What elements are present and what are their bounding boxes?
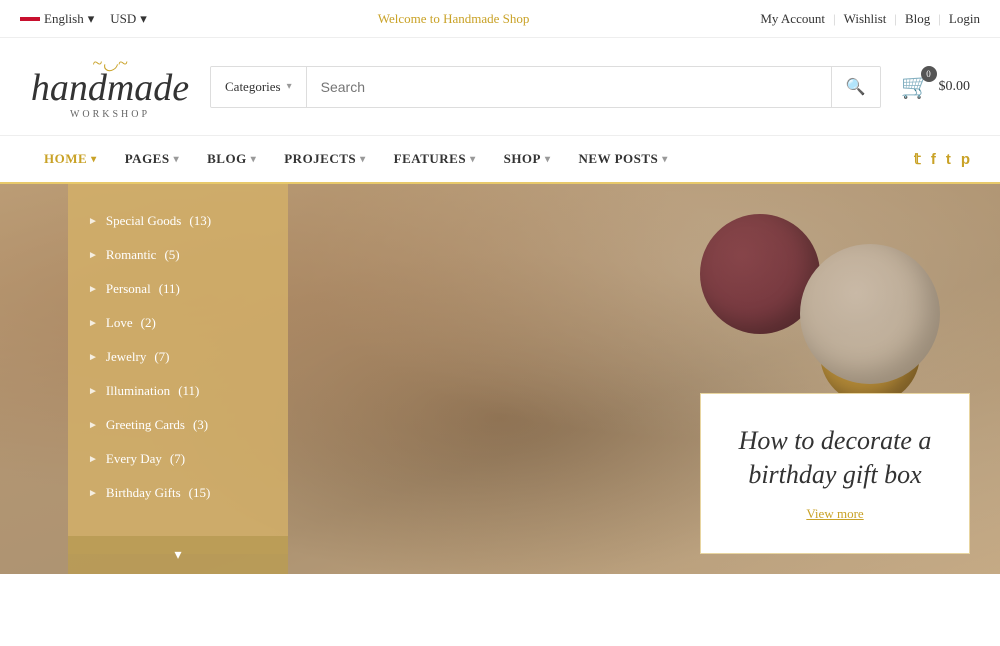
category-sidebar: ► Special Goods (13) ► Romantic (5) ► Pe… bbox=[68, 184, 288, 554]
main-content: ► Special Goods (13) ► Romantic (5) ► Pe… bbox=[0, 184, 1000, 574]
sidebar-count-jewelry: (7) bbox=[154, 349, 169, 365]
sidebar-arrow-icon: ► bbox=[88, 216, 98, 227]
sidebar-item-special-goods[interactable]: ► Special Goods (13) bbox=[68, 204, 288, 238]
header: ~◡~ handmade workshop Categories ▾ 🔍 🛒 0… bbox=[0, 38, 1000, 136]
cart-price: $0.00 bbox=[939, 79, 971, 95]
language-arrow-icon: ▾ bbox=[88, 11, 95, 27]
sidebar-arrow-icon-9: ► bbox=[88, 488, 98, 499]
sidebar-label-special-goods: Special Goods bbox=[106, 213, 181, 229]
sidebar-count-romantic: (5) bbox=[164, 247, 179, 263]
top-bar-left: English ▾ USD ▾ bbox=[20, 11, 147, 27]
wishlist-link[interactable]: Wishlist bbox=[844, 11, 887, 27]
facebook-icon[interactable]: f bbox=[931, 151, 936, 168]
blog-arrow-icon: ▾ bbox=[251, 154, 257, 165]
sidebar-arrow-icon-6: ► bbox=[88, 386, 98, 397]
cart-area[interactable]: 🛒 0 $0.00 bbox=[901, 72, 970, 101]
nav-new-posts[interactable]: NEW POSTS ▾ bbox=[565, 135, 682, 183]
search-bar: Categories ▾ 🔍 bbox=[210, 66, 881, 108]
twitter-icon[interactable]: 𝕥 bbox=[914, 150, 921, 168]
social-icons: 𝕥 f t p bbox=[914, 150, 970, 168]
tumblr-icon[interactable]: t bbox=[946, 151, 951, 168]
projects-arrow-icon: ▾ bbox=[360, 154, 366, 165]
sidebar-item-romantic[interactable]: ► Romantic (5) bbox=[68, 238, 288, 272]
sidebar-arrow-icon-7: ► bbox=[88, 420, 98, 431]
sidebar-count-greeting-cards: (3) bbox=[193, 417, 208, 433]
language-label: English bbox=[44, 11, 84, 27]
my-account-link[interactable]: My Account bbox=[760, 11, 825, 27]
logo[interactable]: ~◡~ handmade workshop bbox=[30, 53, 190, 120]
features-arrow-icon: ▾ bbox=[470, 154, 476, 165]
category-label: Categories bbox=[225, 79, 281, 95]
sidebar-count-personal: (11) bbox=[159, 281, 180, 297]
sidebar-count-love: (2) bbox=[141, 315, 156, 331]
sidebar-label-birthday-gifts: Birthday Gifts bbox=[106, 485, 181, 501]
sidebar-label-every-day: Every Day bbox=[106, 451, 162, 467]
language-selector[interactable]: English ▾ bbox=[20, 11, 94, 27]
sidebar-count-illumination: (11) bbox=[178, 383, 199, 399]
nav-home[interactable]: HOME ▾ bbox=[30, 135, 111, 183]
sidebar-label-greeting-cards: Greeting Cards bbox=[106, 417, 185, 433]
nav-pages[interactable]: PAGES ▾ bbox=[111, 135, 193, 183]
sidebar-item-personal[interactable]: ► Personal (11) bbox=[68, 272, 288, 306]
cart-icon-wrap: 🛒 0 bbox=[901, 72, 931, 101]
uk-flag-icon bbox=[20, 12, 40, 26]
sidebar-item-love[interactable]: ► Love (2) bbox=[68, 306, 288, 340]
search-category-dropdown[interactable]: Categories ▾ bbox=[211, 67, 307, 107]
nav-features[interactable]: FEATURES ▾ bbox=[380, 135, 490, 183]
sidebar-arrow-icon-5: ► bbox=[88, 352, 98, 363]
nav-blog[interactable]: BLOG ▾ bbox=[193, 135, 270, 183]
search-icon: 🔍 bbox=[846, 79, 866, 96]
sidebar-toggle-button[interactable]: ▾ bbox=[68, 536, 288, 574]
pinterest-icon[interactable]: p bbox=[961, 151, 970, 168]
sidebar-item-jewelry[interactable]: ► Jewelry (7) bbox=[68, 340, 288, 374]
hero-image: ► Special Goods (13) ► Romantic (5) ► Pe… bbox=[0, 184, 1000, 574]
nav-shop[interactable]: SHOP ▾ bbox=[490, 135, 565, 183]
search-button[interactable]: 🔍 bbox=[831, 67, 880, 107]
cart-badge: 0 bbox=[921, 66, 937, 82]
shop-arrow-icon: ▾ bbox=[545, 154, 551, 165]
sidebar-label-love: Love bbox=[106, 315, 133, 331]
main-nav: HOME ▾ PAGES ▾ BLOG ▾ PROJECTS ▾ FEATURE… bbox=[0, 136, 1000, 184]
sidebar-arrow-icon-4: ► bbox=[88, 318, 98, 329]
sidebar-count-every-day: (7) bbox=[170, 451, 185, 467]
sidebar-count-birthday-gifts: (15) bbox=[189, 485, 211, 501]
sidebar-toggle-icon: ▾ bbox=[174, 547, 181, 564]
sidebar-count-special-goods: (13) bbox=[189, 213, 211, 229]
logo-main-text: handmade bbox=[30, 69, 190, 107]
pages-arrow-icon: ▾ bbox=[174, 154, 180, 165]
sidebar-label-jewelry: Jewelry bbox=[106, 349, 146, 365]
category-arrow-icon: ▾ bbox=[287, 81, 292, 92]
search-input[interactable] bbox=[307, 67, 831, 107]
sidebar-arrow-icon-8: ► bbox=[88, 454, 98, 465]
sidebar-item-every-day[interactable]: ► Every Day (7) bbox=[68, 442, 288, 476]
currency-arrow-icon: ▾ bbox=[140, 11, 147, 27]
currency-selector[interactable]: USD ▾ bbox=[110, 11, 147, 27]
logo-sub-text: workshop bbox=[30, 109, 190, 120]
home-arrow-icon: ▾ bbox=[91, 154, 97, 165]
sidebar-label-romantic: Romantic bbox=[106, 247, 157, 263]
hero-card: How to decorate a birthday gift box View… bbox=[700, 393, 970, 554]
welcome-message: Welcome to Handmade Shop bbox=[378, 11, 530, 27]
blog-link[interactable]: Blog bbox=[905, 11, 930, 27]
sidebar-item-birthday-gifts[interactable]: ► Birthday Gifts (15) bbox=[68, 476, 288, 510]
sidebar-label-illumination: Illumination bbox=[106, 383, 170, 399]
currency-label: USD bbox=[110, 11, 136, 27]
sidebar-item-illumination[interactable]: ► Illumination (11) bbox=[68, 374, 288, 408]
hero-card-title: How to decorate a birthday gift box bbox=[726, 424, 944, 492]
hero-card-link[interactable]: View more bbox=[806, 506, 863, 521]
sidebar-item-greeting-cards[interactable]: ► Greeting Cards (3) bbox=[68, 408, 288, 442]
sidebar-arrow-icon-3: ► bbox=[88, 284, 98, 295]
sidebar-label-personal: Personal bbox=[106, 281, 151, 297]
nav-projects[interactable]: PROJECTS ▾ bbox=[270, 135, 379, 183]
top-bar: English ▾ USD ▾ Welcome to Handmade Shop… bbox=[0, 0, 1000, 38]
top-bar-links: My Account | Wishlist | Blog | Login bbox=[760, 11, 980, 27]
new-posts-arrow-icon: ▾ bbox=[662, 154, 668, 165]
login-link[interactable]: Login bbox=[949, 11, 980, 27]
sidebar-arrow-icon-2: ► bbox=[88, 250, 98, 261]
